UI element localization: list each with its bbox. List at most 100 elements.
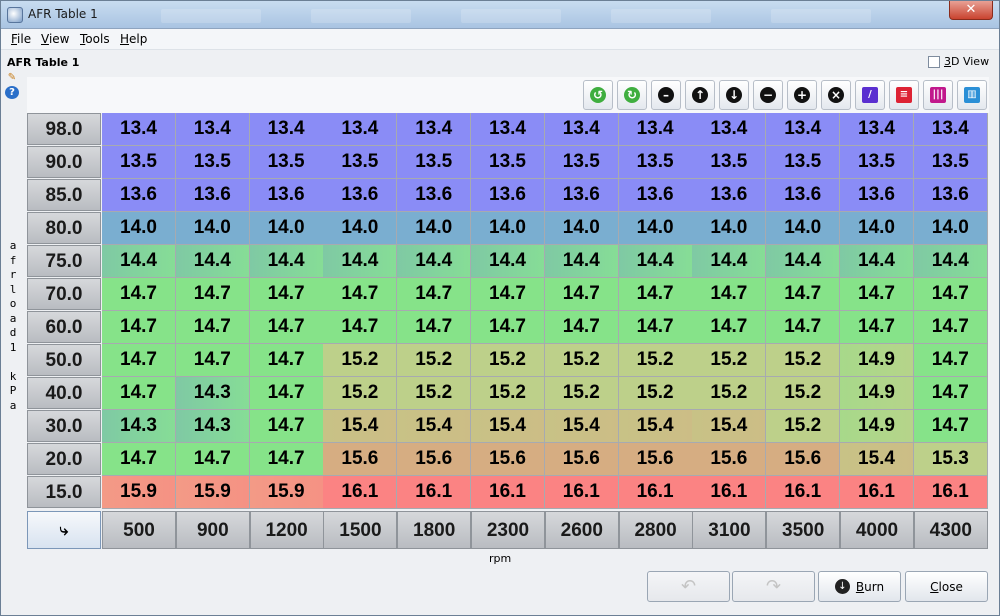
- table-cell[interactable]: 14.7: [249, 410, 324, 443]
- table-cell[interactable]: 14.7: [323, 311, 398, 344]
- column-header[interactable]: 1200: [249, 511, 324, 549]
- table-cell[interactable]: 14.7: [766, 278, 841, 311]
- table-cell[interactable]: 14.0: [766, 212, 841, 245]
- table-cell[interactable]: 14.4: [544, 245, 619, 278]
- table-cell[interactable]: 13.5: [175, 146, 250, 179]
- column-header[interactable]: 4300: [913, 511, 988, 549]
- table-cell[interactable]: 14.0: [102, 212, 176, 245]
- table-cell[interactable]: 13.4: [913, 113, 988, 146]
- table-cell[interactable]: 14.4: [397, 245, 472, 278]
- table-cell[interactable]: 14.4: [175, 245, 250, 278]
- table-cell[interactable]: 13.4: [766, 113, 841, 146]
- column-header[interactable]: 3100: [692, 511, 767, 549]
- table-cell[interactable]: 14.4: [766, 245, 841, 278]
- table-cell[interactable]: 14.7: [175, 443, 250, 476]
- table-cell[interactable]: 14.7: [397, 311, 472, 344]
- table-cell[interactable]: 15.4: [397, 410, 472, 443]
- table-cell[interactable]: 16.1: [692, 476, 767, 509]
- table-cell[interactable]: 15.6: [471, 443, 545, 476]
- table-cell[interactable]: 14.7: [249, 311, 324, 344]
- table-cell[interactable]: 14.7: [840, 278, 914, 311]
- table-cell[interactable]: 13.5: [840, 146, 914, 179]
- menu-view[interactable]: View: [41, 32, 69, 46]
- table-cell[interactable]: 13.6: [618, 179, 693, 212]
- table-cell[interactable]: 13.5: [692, 146, 767, 179]
- table-cell[interactable]: 13.4: [397, 113, 472, 146]
- table-cell[interactable]: 15.2: [766, 344, 841, 377]
- table-cell[interactable]: 13.4: [249, 113, 324, 146]
- table-cell[interactable]: 13.6: [471, 179, 545, 212]
- table-cell[interactable]: 13.5: [766, 146, 841, 179]
- table-cell[interactable]: 16.1: [397, 476, 472, 509]
- shift-up-button[interactable]: ↑: [685, 80, 715, 110]
- table-cell[interactable]: 15.9: [249, 476, 324, 509]
- table-cell[interactable]: 15.2: [618, 377, 693, 410]
- table-cell[interactable]: 14.9: [840, 344, 914, 377]
- table-cell[interactable]: 14.7: [102, 443, 176, 476]
- table-cell[interactable]: 14.7: [618, 278, 693, 311]
- table-cell[interactable]: 14.0: [913, 212, 988, 245]
- row-header[interactable]: 50.0: [27, 344, 101, 376]
- table-cell[interactable]: 14.7: [102, 344, 176, 377]
- column-header[interactable]: 1800: [397, 511, 472, 549]
- table-cell[interactable]: 14.7: [175, 311, 250, 344]
- table-cell[interactable]: 14.7: [102, 278, 176, 311]
- table-cell[interactable]: 15.9: [175, 476, 250, 509]
- table-cell[interactable]: 14.0: [840, 212, 914, 245]
- table-cell[interactable]: 13.6: [102, 179, 176, 212]
- table-cell[interactable]: 14.7: [766, 311, 841, 344]
- table-cell[interactable]: 14.7: [249, 344, 324, 377]
- edit-note-icon[interactable]: ✎: [5, 71, 19, 84]
- table-cell[interactable]: 13.5: [323, 146, 398, 179]
- table-cell[interactable]: 13.4: [102, 113, 176, 146]
- shift-down-button[interactable]: ↓: [719, 80, 749, 110]
- table-cell[interactable]: 14.7: [692, 311, 767, 344]
- table-cell[interactable]: 14.7: [471, 311, 545, 344]
- column-header[interactable]: 3500: [766, 511, 841, 549]
- table-cell[interactable]: 15.2: [618, 344, 693, 377]
- table-cell[interactable]: 13.4: [840, 113, 914, 146]
- table-cell[interactable]: 14.7: [913, 278, 988, 311]
- table-cell[interactable]: 15.4: [618, 410, 693, 443]
- table-cell[interactable]: 15.3: [913, 443, 988, 476]
- interpolate-horizontal-button[interactable]: |||: [923, 80, 953, 110]
- column-header[interactable]: 4000: [840, 511, 914, 549]
- clear-button[interactable]: ×: [821, 80, 851, 110]
- table-cell[interactable]: 14.0: [544, 212, 619, 245]
- table-cell[interactable]: 15.6: [397, 443, 472, 476]
- row-header[interactable]: 90.0: [27, 146, 101, 178]
- table-cell[interactable]: 15.4: [544, 410, 619, 443]
- table-cell[interactable]: 13.6: [840, 179, 914, 212]
- table-cell[interactable]: 14.7: [913, 410, 988, 443]
- interpolate-button[interactable]: /: [855, 80, 885, 110]
- table-cell[interactable]: 13.4: [618, 113, 693, 146]
- table-cell[interactable]: 14.7: [102, 377, 176, 410]
- table-cell[interactable]: 14.7: [397, 278, 472, 311]
- table-cell[interactable]: 13.6: [175, 179, 250, 212]
- table-cell[interactable]: 14.7: [544, 311, 619, 344]
- table-cell[interactable]: 14.0: [249, 212, 324, 245]
- column-header[interactable]: 900: [175, 511, 250, 549]
- table-cell[interactable]: 14.0: [471, 212, 545, 245]
- help-icon[interactable]: ?: [5, 86, 19, 99]
- column-header[interactable]: 2800: [618, 511, 693, 549]
- view-3d-checkbox[interactable]: [928, 55, 940, 68]
- table-cell[interactable]: 14.7: [840, 311, 914, 344]
- column-header[interactable]: 2600: [544, 511, 619, 549]
- column-header[interactable]: 500: [102, 511, 176, 549]
- table-cell[interactable]: 14.9: [840, 410, 914, 443]
- row-header[interactable]: 70.0: [27, 278, 101, 310]
- view-3d-toggle[interactable]: 3D View: [928, 55, 989, 68]
- row-header[interactable]: 20.0: [27, 443, 101, 475]
- menu-file[interactable]: File: [11, 32, 31, 46]
- row-header[interactable]: 30.0: [27, 410, 101, 442]
- table-cell[interactable]: 15.6: [618, 443, 693, 476]
- table-cell[interactable]: 16.1: [323, 476, 398, 509]
- axis-swap-button[interactable]: ⤷: [27, 511, 101, 549]
- table-cell[interactable]: 15.6: [692, 443, 767, 476]
- rotate-left-button[interactable]: ↺: [583, 80, 613, 110]
- table-cell[interactable]: 15.2: [323, 377, 398, 410]
- undo-button[interactable]: ↶: [647, 571, 730, 602]
- table-cell[interactable]: 14.7: [175, 278, 250, 311]
- window-close-button[interactable]: ✕: [949, 1, 993, 20]
